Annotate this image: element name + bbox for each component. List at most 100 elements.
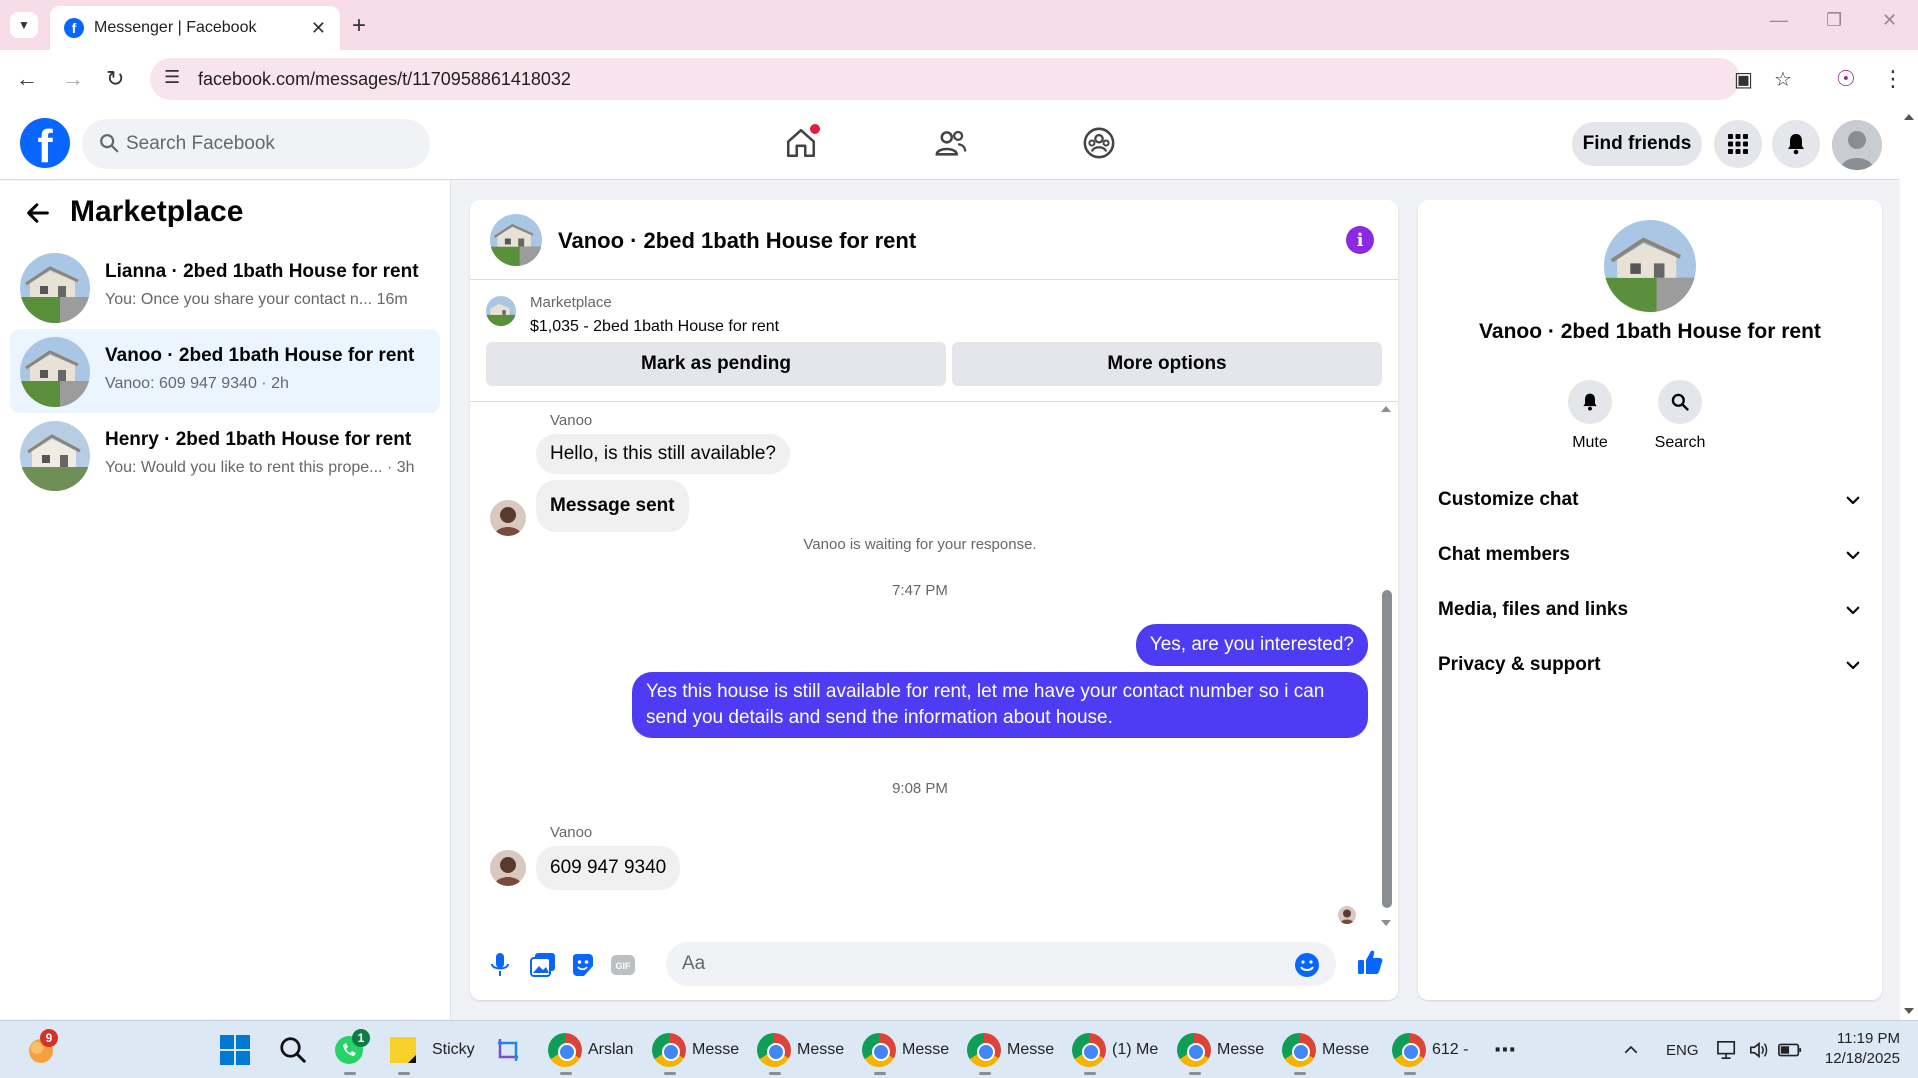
listing-photo[interactable]	[1604, 220, 1696, 312]
media-files-links-row[interactable]: Media, files and links	[1438, 590, 1862, 630]
close-window-icon[interactable]: ✕	[1882, 10, 1897, 31]
microphone-icon[interactable]	[488, 952, 512, 983]
back-arrow-icon[interactable]: ←	[16, 66, 38, 92]
chat-members-row[interactable]: Chat members	[1438, 535, 1862, 575]
network-icon[interactable]	[1716, 1021, 1738, 1078]
menu-grid-icon[interactable]	[1714, 120, 1762, 168]
customize-chat-row[interactable]: Customize chat	[1438, 480, 1862, 520]
facebook-search-input[interactable]: Search Facebook	[82, 119, 430, 169]
privacy-support-row[interactable]: Privacy & support	[1438, 645, 1862, 685]
new-tab-icon[interactable]: +	[352, 12, 366, 40]
row-label: Customize chat	[1438, 489, 1579, 510]
account-avatar[interactable]	[1832, 120, 1882, 170]
weather-widget[interactable]: 9	[24, 1021, 58, 1078]
taskbar-app[interactable]: Messe	[1177, 1021, 1264, 1078]
groups-nav-icon[interactable]	[1082, 126, 1116, 165]
more-apps-icon[interactable]: ⋯	[1494, 1021, 1516, 1078]
message-composer: GIF Aa	[470, 934, 1398, 1000]
incoming-message[interactable]: Hello, is this still available?	[536, 434, 790, 474]
browser-menu-icon[interactable]: ⋮	[1882, 66, 1904, 92]
chevron-down-icon	[1846, 496, 1860, 505]
row-label: Privacy & support	[1438, 654, 1601, 675]
taskbar-app[interactable]: (1) Me	[1072, 1021, 1158, 1078]
show-hidden-icons-icon[interactable]	[1622, 1021, 1640, 1078]
clock-time: 11:19 PM	[1836, 1030, 1900, 1047]
mute-button[interactable]: Mute	[1550, 380, 1630, 452]
more-options-button[interactable]: More options	[952, 342, 1382, 386]
browser-tab-strip: ▼ f Messenger | Facebook ✕ + — ❐ ✕	[0, 0, 1918, 50]
start-button[interactable]	[220, 1021, 250, 1078]
taskbar-app[interactable]: Messe	[1282, 1021, 1369, 1078]
language-indicator[interactable]: ENG	[1666, 1021, 1699, 1078]
chat-header: Vanoo · 2bed 1bath House for rent i	[470, 200, 1398, 280]
incoming-message[interactable]: Message sent	[536, 480, 689, 532]
search-conversation-button[interactable]: Search	[1640, 380, 1720, 452]
bell-icon	[1568, 380, 1612, 424]
taskbar-app[interactable]: Arslan	[548, 1021, 633, 1078]
waiting-notice: Vanoo is waiting for your response.	[803, 536, 1037, 553]
profile-icon[interactable]: ☉	[1836, 66, 1856, 92]
thumbs-up-icon[interactable]	[1356, 948, 1384, 981]
sticky-notes-app[interactable]: Sticky	[388, 1021, 475, 1078]
taskbar-app[interactable]: Messe	[862, 1021, 949, 1078]
thread-scroll-thumb[interactable]	[1382, 590, 1392, 908]
svg-text:GIF: GIF	[616, 961, 632, 971]
snipping-tool-app[interactable]	[494, 1021, 524, 1078]
taskbar-app[interactable]: Messe	[652, 1021, 739, 1078]
house-thumbnail[interactable]	[490, 214, 542, 266]
battery-icon[interactable]	[1778, 1021, 1802, 1078]
taskbar-app[interactable]: Messe	[967, 1021, 1054, 1078]
notifications-bell-icon[interactable]	[1772, 120, 1820, 168]
chat-title[interactable]: Vanoo · 2bed 1bath House for rent	[558, 228, 916, 254]
chat-details-panel: Vanoo · 2bed 1bath House for rent Mute S…	[1418, 200, 1882, 1000]
address-bar[interactable]: ☰ facebook.com/messages/t/11709588614180…	[150, 58, 1792, 100]
whatsapp-app[interactable]: 1	[332, 1021, 370, 1078]
outgoing-message[interactable]: Yes this house is still available for re…	[632, 672, 1368, 738]
mute-label: Mute	[1572, 434, 1608, 451]
sender-avatar	[490, 500, 526, 536]
emoji-icon[interactable]	[1294, 952, 1320, 978]
conversation-henry[interactable]: Henry · 2bed 1bath House for rent You: W…	[10, 413, 440, 497]
taskbar-app-label: (1) Me	[1112, 1041, 1159, 1058]
message-input[interactable]: Aa	[666, 942, 1336, 986]
listing-title[interactable]: $1,035 - 2bed 1bath House for rent	[530, 318, 779, 336]
row-label: Media, files and links	[1438, 599, 1629, 620]
gif-icon[interactable]: GIF	[610, 952, 636, 983]
site-info-icon[interactable]: ☰	[164, 67, 180, 88]
incoming-message[interactable]: 609 947 9340	[536, 846, 681, 890]
taskbar-app-label: 612 -	[1432, 1041, 1469, 1058]
forward-arrow-icon[interactable]: →	[62, 66, 84, 92]
sticker-icon[interactable]	[570, 952, 596, 983]
page-scrollbar[interactable]	[1900, 108, 1918, 1020]
back-arrow-icon[interactable]	[24, 199, 52, 232]
mark-as-pending-button[interactable]: Mark as pending	[486, 342, 946, 386]
conversation-vanoo[interactable]: Vanoo · 2bed 1bath House for rent Vanoo:…	[10, 329, 440, 413]
conversation-lianna[interactable]: Lianna · 2bed 1bath House for rent You: …	[10, 245, 440, 329]
message-placeholder: Aa	[682, 953, 706, 974]
row-label: Chat members	[1438, 544, 1570, 565]
sender-name: Vanoo	[550, 412, 593, 429]
install-app-icon[interactable]: ▣	[1734, 67, 1753, 92]
facebook-logo-icon[interactable]: f	[20, 118, 70, 168]
minimize-icon[interactable]: —	[1770, 10, 1788, 31]
browser-tab[interactable]: f Messenger | Facebook ✕	[50, 6, 340, 50]
friends-nav-icon[interactable]	[934, 126, 968, 165]
reload-icon[interactable]: ↻	[106, 66, 124, 92]
find-friends-button[interactable]: Find friends	[1572, 122, 1702, 166]
taskbar-app[interactable]: 612 -	[1392, 1021, 1468, 1078]
photo-icon[interactable]	[530, 952, 556, 983]
system-clock[interactable]: 11:19 PM 12/18/2025	[1810, 1029, 1900, 1069]
outgoing-message[interactable]: Yes, are you interested?	[1135, 624, 1368, 666]
bookmark-star-icon[interactable]: ☆	[1774, 67, 1792, 92]
close-tab-icon[interactable]: ✕	[311, 18, 326, 39]
restore-icon[interactable]: ❐	[1826, 10, 1842, 31]
taskbar-search-icon[interactable]	[278, 1021, 308, 1078]
tab-search-chevron-icon[interactable]: ▼	[10, 12, 38, 38]
home-nav-icon[interactable]	[784, 124, 820, 165]
listing-thumbnail[interactable]	[486, 296, 516, 326]
chrome-icon	[548, 1033, 582, 1067]
info-icon[interactable]: i	[1346, 226, 1374, 254]
taskbar-app[interactable]: Messe	[757, 1021, 844, 1078]
volume-icon[interactable]	[1748, 1021, 1770, 1078]
chrome-icon	[1282, 1033, 1316, 1067]
